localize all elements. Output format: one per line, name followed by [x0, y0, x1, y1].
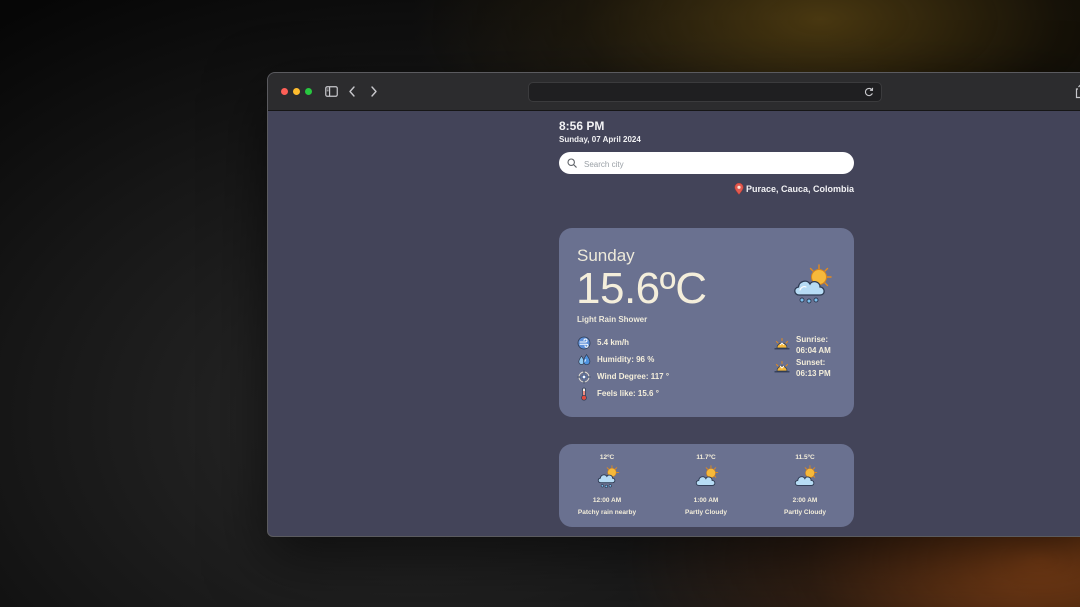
address-bar[interactable]: [528, 82, 882, 102]
close-window-button[interactable]: [281, 88, 288, 95]
hourly-forecast-card: 12ºC 12:00 AM Patchy rain nearby 11.7ºC: [559, 444, 854, 527]
search-input[interactable]: [582, 155, 846, 173]
reload-icon[interactable]: [863, 86, 875, 98]
wind-speed-text: 5.4 km/h: [597, 338, 630, 347]
partly-cloudy-icon: [695, 465, 719, 486]
map-pin-icon: [734, 183, 744, 195]
forecast-desc: Patchy rain nearby: [577, 509, 637, 516]
location: Purace, Cauca, Colombia: [734, 183, 854, 195]
current-time: 8:56 PM: [559, 119, 605, 133]
search-icon: [567, 158, 577, 168]
wind-degree-text: Wind Degree: 117 °: [597, 372, 670, 381]
sunset-icon: [774, 361, 790, 373]
minimize-window-button[interactable]: [293, 88, 300, 95]
share-icon[interactable]: [1074, 83, 1080, 99]
forecast-time: 2:00 AM: [792, 497, 818, 504]
current-date: Sunday, 07 April 2024: [559, 135, 641, 144]
weather-stats: 5.4 km/h Humidity: 96 % Wind Degree: 117…: [577, 334, 669, 402]
temperature: 15.6ºC: [576, 264, 707, 313]
sun-cloud-rain-icon: [597, 465, 620, 488]
forecast-temp: 11.5ºC: [795, 454, 815, 461]
wind-icon: [577, 336, 591, 350]
browser-toolbar: [268, 73, 1080, 111]
search-bar[interactable]: [559, 152, 854, 174]
sunrise-text: Sunrise: 06:04 AM: [796, 334, 831, 356]
maximize-window-button[interactable]: [305, 88, 312, 95]
thermometer-icon: [577, 387, 591, 401]
sunset-time: 06:13 PM: [796, 369, 831, 378]
condition-text: Light Rain Shower: [577, 315, 648, 324]
wind-speed: 5.4 km/h: [577, 334, 669, 351]
location-text: Purace, Cauca, Colombia: [745, 184, 854, 194]
forecast-temp: 12ºC: [599, 454, 615, 461]
feels-like-text: Feels like: 15.6 °: [597, 389, 659, 398]
wind-degree: Wind Degree: 117 °: [577, 368, 669, 385]
droplets-icon: [577, 353, 591, 367]
partly-cloudy-icon: [794, 465, 818, 486]
sun-cloud-rain-icon: [794, 264, 832, 304]
browser-window: 8:56 PM Sunday, 07 April 2024 Purace, Ca…: [267, 72, 1080, 537]
feels-like: Feels like: 15.6 °: [577, 385, 669, 402]
current-weather-card: Sunday 15.6ºC Light Rain Shower 5.4 km/h…: [559, 228, 854, 417]
compass-icon: [577, 369, 591, 384]
forecast-desc: Partly Cloudy: [685, 509, 727, 516]
forecast-time: 1:00 AM: [693, 497, 719, 504]
back-icon[interactable]: [344, 83, 360, 99]
sidebar-toggle-icon[interactable]: [323, 83, 339, 99]
humidity: Humidity: 96 %: [577, 351, 669, 368]
weekday: Sunday: [577, 246, 635, 265]
forward-icon[interactable]: [366, 83, 382, 99]
sunrise: Sunrise: 06:04 AM: [774, 334, 844, 356]
sunrise-icon: [774, 338, 790, 350]
forecast-desc: Partly Cloudy: [784, 509, 826, 516]
weather-app: 8:56 PM Sunday, 07 April 2024 Purace, Ca…: [268, 111, 1080, 536]
sunset: Sunset: 06:13 PM: [774, 357, 844, 379]
forecast-temp: 11.7ºC: [696, 454, 716, 461]
sunrise-label: Sunrise:: [796, 335, 829, 344]
forecast-time: 12:00 AM: [592, 497, 622, 504]
sunrise-time: 06:04 AM: [796, 346, 831, 355]
humidity-text: Humidity: 96 %: [597, 355, 655, 364]
sunset-label: Sunset:: [796, 358, 826, 367]
sunset-text: Sunset: 06:13 PM: [796, 357, 831, 379]
